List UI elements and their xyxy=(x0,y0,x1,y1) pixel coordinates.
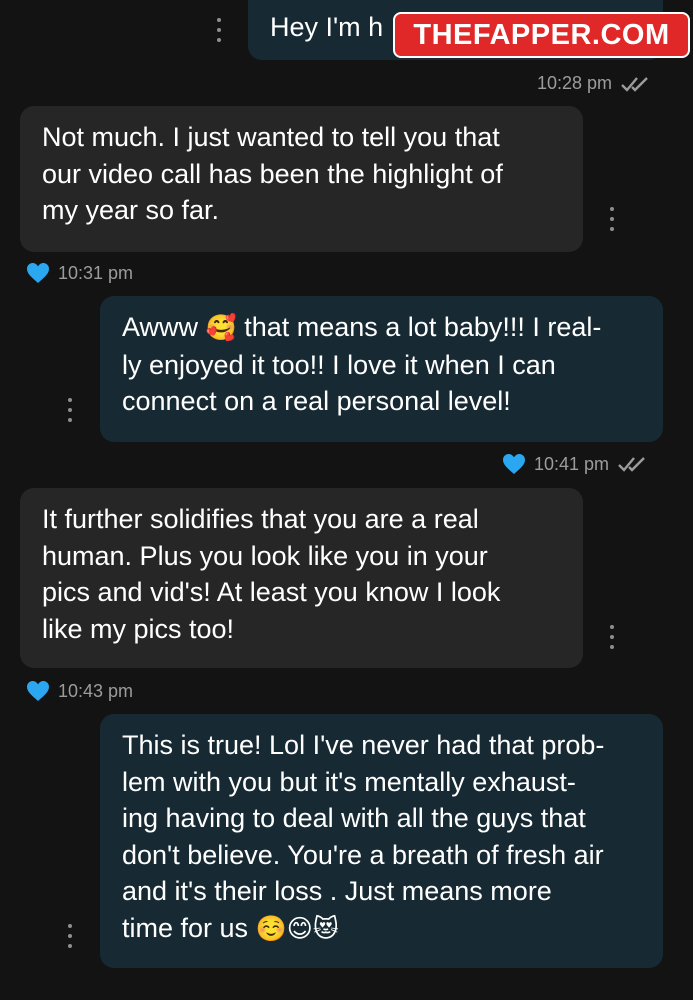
timestamp: 10:41 pm xyxy=(534,453,610,474)
message-text: This is true! Lol I've never had that pr… xyxy=(122,730,605,760)
message-meta: 10:28 pm xyxy=(537,73,654,94)
message-bubble-received[interactable]: Not much. I just wanted to tell you that… xyxy=(20,106,583,252)
message-meta: 10:41 pm xyxy=(502,453,651,475)
message-text: connect on a real personal level! xyxy=(122,386,511,416)
message-text: It further solidifies that you are a rea… xyxy=(42,504,479,534)
double-check-icon xyxy=(621,76,648,92)
more-vertical-icon[interactable] xyxy=(67,924,73,948)
message-line: time for us ☺️😊😻 xyxy=(122,910,641,948)
smiling-face-emoji: ☺️ xyxy=(255,913,287,943)
message-meta: 10:31 pm xyxy=(26,262,133,284)
more-vertical-icon[interactable] xyxy=(216,18,222,42)
more-vertical-icon[interactable] xyxy=(609,207,615,231)
timestamp: 10:28 pm xyxy=(537,73,613,93)
message-text: my year so far. xyxy=(42,195,220,225)
message-text: time for us xyxy=(122,912,249,943)
message-text: our video call has been the highlight of xyxy=(42,158,503,189)
message-text: ing having to deal with all the guys tha… xyxy=(122,803,586,833)
message-text: ly enjoyed it too!! I love it when I can xyxy=(122,349,556,380)
message-text: Awww xyxy=(122,312,199,342)
message-text: don't believe. You're a breath of fresh … xyxy=(122,839,604,870)
smiling-face-with-hearts-emoji: 🥰 xyxy=(205,313,237,342)
more-vertical-icon[interactable] xyxy=(609,625,615,649)
message-text: and it's their loss . Just means more xyxy=(122,876,552,906)
message-bubble-sent[interactable]: This is true! Lol I've never had that pr… xyxy=(100,714,663,968)
message-text: pics and vid's! At least you know I look xyxy=(42,577,501,607)
heart-icon[interactable] xyxy=(26,680,50,702)
message-text: that means a lot baby!!! I real- xyxy=(244,312,602,342)
more-vertical-icon[interactable] xyxy=(67,398,73,422)
message-bubble-received[interactable]: It further solidifies that you are a rea… xyxy=(20,488,583,668)
message-text: lem with you but it's mentally exhaust- xyxy=(122,766,576,797)
smiling-face-with-smiling-eyes-emoji: 😊 xyxy=(286,913,313,943)
timestamp: 10:31 pm xyxy=(58,262,134,283)
heart-icon[interactable] xyxy=(502,453,526,475)
message-text: Not much. I just wanted to tell you that xyxy=(42,122,500,152)
message-text: like my pics too! xyxy=(42,613,235,644)
watermark-logo: THEFAPPER.COM xyxy=(393,12,690,58)
message-bubble-sent[interactable]: Awww 🥰 that means a lot baby!!! I real- … xyxy=(100,296,663,442)
heart-icon[interactable] xyxy=(26,262,50,284)
timestamp: 10:43 pm xyxy=(58,680,134,701)
message-text: human. Plus you look like you in your xyxy=(42,540,488,571)
double-check-icon xyxy=(618,457,645,472)
message-line: Awww 🥰 that means a lot baby!!! I real- xyxy=(122,309,641,347)
heart-eyes-cat-emoji: 😻 xyxy=(312,913,339,943)
message-meta: 10:43 pm xyxy=(26,680,133,702)
